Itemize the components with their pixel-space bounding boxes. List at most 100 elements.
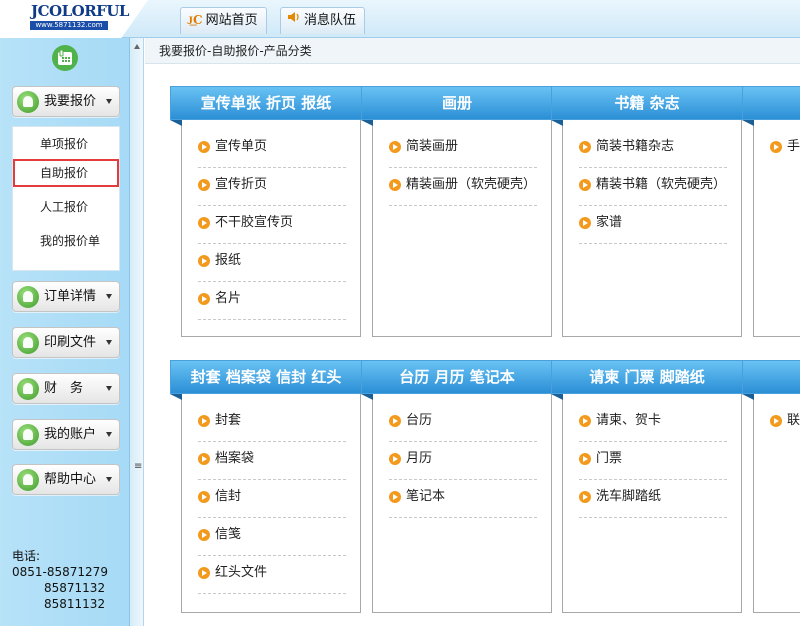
- category-card-partial: 手: [742, 86, 800, 337]
- category-item[interactable]: 联: [770, 404, 800, 442]
- breadcrumb: 我要报价-自助报价-产品分类: [145, 38, 800, 64]
- arrow-bullet-icon: [579, 453, 591, 465]
- category-item-label: 台历: [406, 413, 433, 428]
- chevron-down-icon: [106, 477, 112, 482]
- category-item[interactable]: 信笺: [198, 518, 346, 556]
- category-item[interactable]: 请柬、贺卡: [579, 404, 727, 442]
- category-items: 简装书籍杂志 精装书籍（软壳硬壳） 家谱: [579, 130, 727, 244]
- menu-order-details-label: 订单详情: [44, 289, 97, 304]
- category-title: 书籍 杂志: [551, 86, 743, 126]
- submenu-item-manual-quote[interactable]: 人工报价: [13, 193, 119, 221]
- arrow-bullet-icon: [389, 179, 401, 191]
- arrow-bullet-icon: [579, 415, 591, 427]
- submenu-item-my-quotes[interactable]: 我的报价单: [13, 227, 119, 255]
- category-items: 手: [770, 130, 800, 168]
- category-item[interactable]: 精装书籍（软壳硬壳）: [579, 168, 727, 206]
- contact-phone-2: 85871132: [44, 581, 106, 595]
- category-item[interactable]: 报纸: [198, 244, 346, 282]
- arrow-bullet-icon: [198, 453, 210, 465]
- category-card: 封套 档案袋 信封 红头 封套 档案袋 信封 信笺 红头文件: [170, 360, 362, 613]
- category-title: [742, 86, 800, 126]
- category-item[interactable]: 简装书籍杂志: [579, 130, 727, 168]
- category-item[interactable]: 笔记本: [389, 480, 537, 518]
- category-item[interactable]: 精装画册（软壳硬壳）: [389, 168, 537, 206]
- chevron-down-icon: [106, 340, 112, 345]
- arrow-bullet-icon: [770, 415, 782, 427]
- category-title: 画册: [361, 86, 553, 126]
- tab-messages[interactable]: 消息队伍: [280, 7, 366, 34]
- chevron-down-icon: [106, 294, 112, 299]
- sidebar-splitter[interactable]: ≡: [130, 38, 144, 626]
- category-item-label: 封套: [215, 413, 242, 428]
- category-item-label: 名片: [215, 291, 242, 306]
- quote-icon: [17, 91, 39, 113]
- brand-logo[interactable]: JCOLORFUL www.5871132.com: [0, 0, 148, 38]
- category-item[interactable]: 档案袋: [198, 442, 346, 480]
- category-item-label: 精装画册（软壳硬壳）: [406, 177, 537, 192]
- grip-icon[interactable]: ≡: [134, 462, 142, 472]
- category-item[interactable]: 手: [770, 130, 800, 168]
- menu-my-account[interactable]: 我的账户: [12, 419, 120, 450]
- phone-icon: [50, 43, 80, 73]
- contact-info: 电话: 0851-85871279 85871132 85811132: [12, 548, 108, 612]
- brand-name: JCOLORFUL: [31, 2, 129, 20]
- category-card: 画册 简装画册 精装画册（软壳硬壳）: [361, 86, 553, 337]
- category-items: 封套 档案袋 信封 信笺 红头文件: [198, 404, 346, 594]
- chevron-down-icon: [106, 99, 112, 104]
- category-title: [742, 360, 800, 400]
- category-item-label: 报纸: [215, 253, 242, 268]
- category-item-label: 联: [787, 413, 800, 428]
- category-card-partial: 联: [742, 360, 800, 613]
- category-item[interactable]: 红头文件: [198, 556, 346, 594]
- category-card: 书籍 杂志 简装书籍杂志 精装书籍（软壳硬壳） 家谱: [551, 86, 743, 337]
- category-item[interactable]: 不干胶宣传页: [198, 206, 346, 244]
- menu-finance[interactable]: 财 务: [12, 373, 120, 404]
- category-item-label: 精装书籍（软壳硬壳）: [596, 177, 727, 192]
- category-item[interactable]: 台历: [389, 404, 537, 442]
- category-item[interactable]: 宣传折页: [198, 168, 346, 206]
- category-item-label: 信笺: [215, 527, 242, 542]
- contact-phone-3: 85811132: [44, 597, 106, 611]
- submenu-item-self-quote[interactable]: 自助报价: [13, 159, 119, 187]
- chevron-down-icon: [106, 386, 112, 391]
- category-item[interactable]: 家谱: [579, 206, 727, 244]
- category-item[interactable]: 门票: [579, 442, 727, 480]
- collapse-arrow-icon[interactable]: [134, 44, 140, 49]
- arrow-bullet-icon: [389, 415, 401, 427]
- category-items: 宣传单页 宣传折页 不干胶宣传页 报纸 名片: [198, 130, 346, 320]
- menu-print-files-label: 印刷文件: [44, 335, 97, 350]
- category-items: 请柬、贺卡 门票 洗车脚踏纸: [579, 404, 727, 518]
- category-item-label: 档案袋: [215, 451, 255, 466]
- category-items: 简装画册 精装画册（软壳硬壳）: [389, 130, 537, 206]
- category-item-label: 红头文件: [215, 565, 268, 580]
- menu-quote[interactable]: 我要报价: [12, 86, 120, 117]
- category-item[interactable]: 月历: [389, 442, 537, 480]
- category-title: 台历 月历 笔记本: [361, 360, 553, 400]
- contact-phone-1: 0851-85871279: [12, 565, 108, 579]
- arrow-bullet-icon: [198, 293, 210, 305]
- category-item-label: 宣传折页: [215, 177, 268, 192]
- category-item[interactable]: 宣传单页: [198, 130, 346, 168]
- submenu-item-single-quote[interactable]: 单项报价: [13, 130, 119, 158]
- arrow-bullet-icon: [389, 141, 401, 153]
- category-item[interactable]: 信封: [198, 480, 346, 518]
- category-card: 台历 月历 笔记本 台历 月历 笔记本: [361, 360, 553, 613]
- category-item[interactable]: 简装画册: [389, 130, 537, 168]
- arrow-bullet-icon: [198, 179, 210, 191]
- speaker-icon: [287, 8, 301, 33]
- menu-help-center[interactable]: 帮助中心: [12, 464, 120, 495]
- tab-messages-label: 消息队伍: [304, 13, 357, 28]
- category-item[interactable]: 封套: [198, 404, 346, 442]
- category-item[interactable]: 名片: [198, 282, 346, 320]
- jc-logo-icon: J͟C: [187, 13, 203, 27]
- category-item[interactable]: 洗车脚踏纸: [579, 480, 727, 518]
- top-bar: JCOLORFUL www.5871132.com J͟C 网站首页 消息队伍: [0, 0, 800, 38]
- menu-order-details[interactable]: 订单详情: [12, 281, 120, 312]
- arrow-bullet-icon: [579, 179, 591, 191]
- arrow-bullet-icon: [389, 491, 401, 503]
- tab-home[interactable]: J͟C 网站首页: [180, 7, 267, 34]
- account-icon: [17, 424, 39, 446]
- category-card: 宣传单张 折页 报纸 宣传单页 宣传折页 不干胶宣传页 报纸 名片: [170, 86, 362, 337]
- arrow-bullet-icon: [198, 491, 210, 503]
- menu-print-files[interactable]: 印刷文件: [12, 327, 120, 358]
